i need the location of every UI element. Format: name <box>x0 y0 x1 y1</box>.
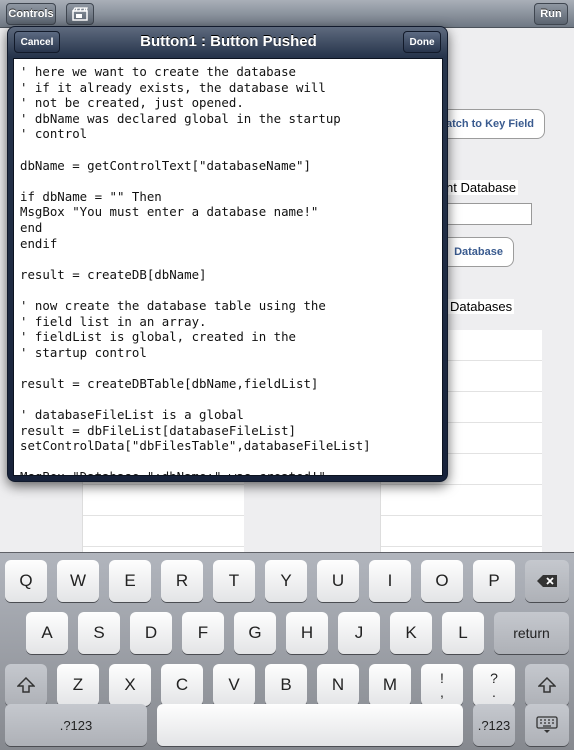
clapperboard-icon <box>72 7 88 21</box>
done-button[interactable]: Done <box>403 31 441 53</box>
return-key[interactable]: return <box>494 612 569 654</box>
databases-label: Databases <box>448 299 515 314</box>
controls-button[interactable]: Controls <box>6 3 56 25</box>
key-l[interactable]: L <box>442 612 484 654</box>
key-question-period-glyphs: ?. <box>490 671 498 699</box>
table-row <box>83 516 244 547</box>
numbers-key-left[interactable]: .?123 <box>5 704 147 746</box>
key-q[interactable]: Q <box>5 560 47 602</box>
key-s[interactable]: S <box>78 612 120 654</box>
key-exclaim-comma-glyphs: !, <box>440 671 444 699</box>
media-button[interactable] <box>66 3 94 25</box>
key-i[interactable]: I <box>369 560 411 602</box>
top-navigation-bar: Controls Run <box>0 0 574 28</box>
key-m[interactable]: M <box>369 664 411 706</box>
key-n[interactable]: N <box>317 664 359 706</box>
run-label: Run <box>540 8 562 20</box>
hide-keyboard-key[interactable] <box>525 704 569 746</box>
key-j[interactable]: J <box>338 612 380 654</box>
numbers-key-right[interactable]: .?123 <box>473 704 515 746</box>
backspace-key[interactable] <box>525 560 569 602</box>
key-w[interactable]: W <box>57 560 99 602</box>
modal-title: Button1 : Button Pushed <box>140 33 317 50</box>
key-o[interactable]: O <box>421 560 463 602</box>
key-z[interactable]: Z <box>57 664 99 706</box>
key-g[interactable]: G <box>234 612 276 654</box>
key-h[interactable]: H <box>286 612 328 654</box>
key-question-period[interactable]: ?. <box>473 664 515 706</box>
key-d[interactable]: D <box>130 612 172 654</box>
key-c[interactable]: C <box>161 664 203 706</box>
shift-key-left[interactable] <box>5 664 47 706</box>
run-button[interactable]: Run <box>534 3 568 25</box>
done-label: Done <box>409 36 435 48</box>
shift-key-right[interactable] <box>525 664 569 706</box>
period-glyph: . <box>492 684 496 700</box>
current-database-label: nt Database <box>444 180 519 195</box>
hide-keyboard-icon <box>536 716 558 733</box>
key-e[interactable]: E <box>109 560 151 602</box>
key-b[interactable]: B <box>265 664 307 706</box>
exclaim-glyph: ! <box>440 670 444 686</box>
key-p[interactable]: P <box>473 560 515 602</box>
space-bar[interactable] <box>157 704 463 746</box>
match-key-field-label: atch to Key Field <box>445 118 534 130</box>
shift-icon <box>17 677 35 693</box>
key-k[interactable]: K <box>390 612 432 654</box>
question-glyph: ? <box>490 670 498 686</box>
table-row <box>381 485 542 516</box>
shift-icon <box>538 677 556 693</box>
key-exclaim-comma[interactable]: !, <box>421 664 463 706</box>
controls-label: Controls <box>8 8 54 20</box>
key-r[interactable]: R <box>161 560 203 602</box>
key-y[interactable]: Y <box>265 560 307 602</box>
table-row <box>381 516 542 547</box>
database-name-input[interactable] <box>440 203 532 225</box>
app-root: atch to Key Field nt Database Database D… <box>0 0 574 750</box>
code-editor[interactable]: ' here we want to create the database ' … <box>13 58 443 476</box>
on-screen-keyboard: Q W E R T Y U I O P A S D F G H J K L re… <box>0 552 574 750</box>
key-x[interactable]: X <box>109 664 151 706</box>
key-a[interactable]: A <box>26 612 68 654</box>
code-text[interactable]: ' here we want to create the database ' … <box>14 59 442 475</box>
key-f[interactable]: F <box>182 612 224 654</box>
table-row <box>83 485 244 516</box>
key-t[interactable]: T <box>213 560 255 602</box>
create-database-label: Database <box>454 246 503 258</box>
key-v[interactable]: V <box>213 664 255 706</box>
comma-glyph: , <box>440 684 444 700</box>
script-editor-modal: Cancel Button1 : Button Pushed Done ' he… <box>7 26 448 482</box>
key-u[interactable]: U <box>317 560 359 602</box>
backspace-icon <box>537 575 557 587</box>
